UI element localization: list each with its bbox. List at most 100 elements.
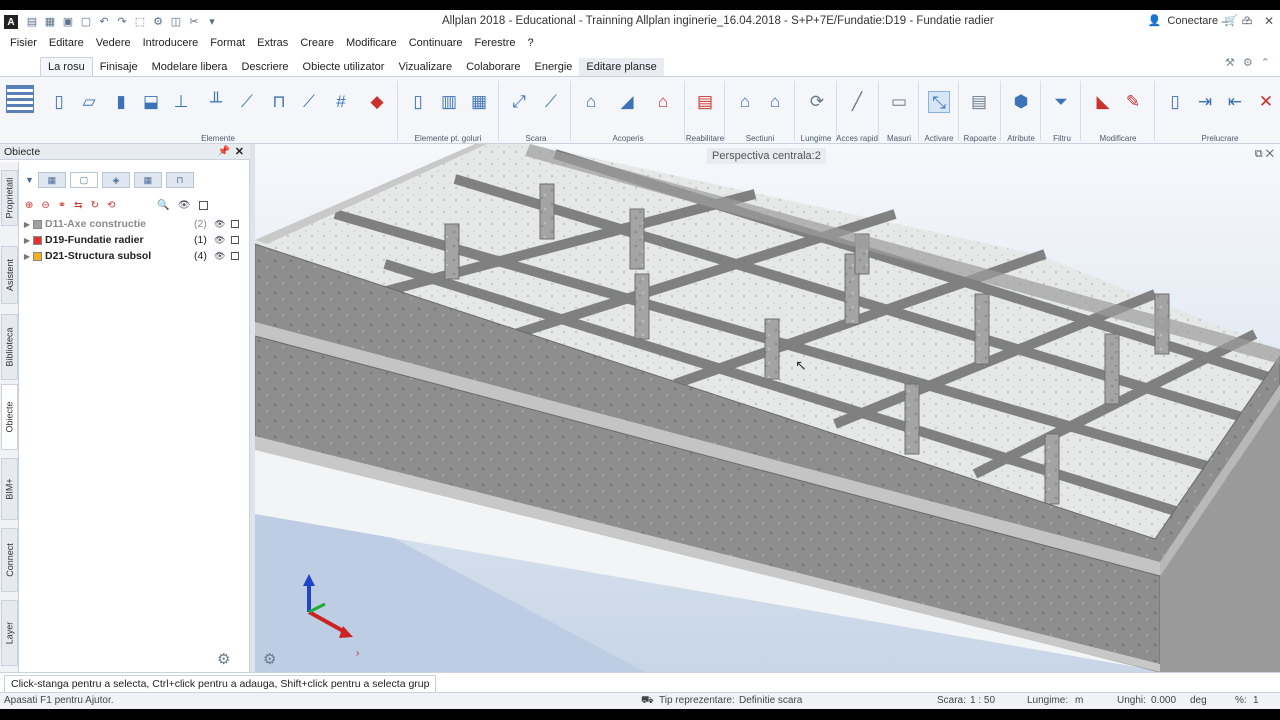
menu-creare[interactable]: Creare xyxy=(294,37,340,49)
side-tab-bim[interactable]: BIM+ xyxy=(1,458,18,520)
visibility-eye-icon[interactable]: 👁 xyxy=(214,235,225,246)
panel-close-icon[interactable]: ✕ xyxy=(235,144,244,160)
settings-icon[interactable]: ⚙ xyxy=(150,14,166,30)
length-icon[interactable]: ⟳ xyxy=(806,91,828,113)
line-element-icon[interactable]: ⟋ xyxy=(236,91,258,113)
connect-link[interactable]: Conectare xyxy=(1167,15,1218,27)
menu-fisier[interactable]: Fisier xyxy=(4,37,43,49)
menu-ferestre[interactable]: Ferestre xyxy=(469,37,522,49)
3d-viewport[interactable]: › ⚙ ↖ Perspectiva centrala:2 ⧉ ✕ xyxy=(255,144,1280,672)
tab-editare-planse[interactable]: Editare planse xyxy=(579,58,664,76)
quick-access-line-icon[interactable]: ╱ xyxy=(846,91,868,113)
roof-icon[interactable]: ⌂ xyxy=(580,91,602,113)
row-checkbox[interactable] xyxy=(231,236,239,244)
trim-icon[interactable]: ✎ xyxy=(1122,91,1144,113)
tab-energie[interactable]: Energie xyxy=(527,58,579,76)
slab-icon[interactable]: ▱ xyxy=(78,91,100,113)
redo-icon[interactable]: ↷ xyxy=(114,14,130,30)
menu-format[interactable]: Format xyxy=(204,37,251,49)
eraser-icon[interactable]: ◣ xyxy=(1092,91,1114,113)
tab-modelare-libera[interactable]: Modelare libera xyxy=(145,58,235,76)
copy-icon[interactable]: ▯ xyxy=(1164,91,1186,113)
link-icon[interactable]: ⚭ xyxy=(58,200,66,211)
beam-icon[interactable]: ⬓ xyxy=(140,91,162,113)
ribbon-gear-icon[interactable]: ⚙ xyxy=(1243,56,1253,69)
viewport-title[interactable]: Perspectiva centrala:2 xyxy=(707,148,826,164)
attribute-icon[interactable]: ⬢ xyxy=(1010,91,1032,113)
angle-unit[interactable]: deg xyxy=(1190,695,1207,706)
grid-icon[interactable]: # xyxy=(330,91,352,113)
layout-icon[interactable]: ◫ xyxy=(168,14,184,30)
menu-help[interactable]: ? xyxy=(521,37,539,49)
visibility-eye-icon[interactable]: 👁 xyxy=(214,219,225,230)
side-tab-biblioteca[interactable]: Biblioteca xyxy=(1,314,18,380)
stretch-icon[interactable]: ⇤ xyxy=(1224,91,1246,113)
sync-icon[interactable]: ⟲ xyxy=(107,200,115,211)
visibility-eye-icon[interactable]: 👁 xyxy=(214,251,225,262)
palette-toggle-icon[interactable] xyxy=(6,85,34,113)
column-icon[interactable]: ▮ xyxy=(110,91,132,113)
minimize-button[interactable]: – xyxy=(1214,10,1236,34)
menu-introducere[interactable]: Introducere xyxy=(137,37,205,49)
save-icon[interactable]: ▣ xyxy=(60,14,76,30)
menu-continuare[interactable]: Continuare xyxy=(403,37,469,49)
close-button[interactable]: ✕ xyxy=(1258,10,1280,34)
menu-editare[interactable]: Editare xyxy=(43,37,90,49)
tab-obiecte-utilizator[interactable]: Obiecte utilizator xyxy=(296,58,392,76)
drawing-view-button[interactable]: ▢ xyxy=(69,172,98,188)
window-opening-icon[interactable]: ▯ xyxy=(407,91,429,113)
tree-row-d19[interactable]: ▶ D19-Fundatie radier (1) 👁 xyxy=(19,232,250,248)
delete-icon[interactable]: ✕ xyxy=(1255,91,1277,113)
dormer-icon[interactable]: ⌂ xyxy=(652,91,674,113)
select-icon[interactable]: ⬚ xyxy=(132,14,148,30)
expand-arrow-icon[interactable]: ▶ xyxy=(21,252,33,261)
tab-colaborare[interactable]: Colaborare xyxy=(459,58,527,76)
tab-descriere[interactable]: Descriere xyxy=(234,58,295,76)
table-view-button[interactable]: ▦ xyxy=(133,172,162,188)
measure-icon[interactable]: ▭ xyxy=(888,91,910,113)
structure-view-button[interactable]: ▦ xyxy=(37,172,66,188)
renovation-icon[interactable]: ▤ xyxy=(694,91,716,113)
tab-la-rosu[interactable]: La rosu xyxy=(40,57,93,76)
activate-icon[interactable]: ⤡ xyxy=(928,91,950,113)
ribbon-minimize-icon[interactable]: ⌃ xyxy=(1261,56,1270,69)
side-tab-connect[interactable]: Connect xyxy=(1,528,18,592)
angle-value[interactable]: 0.000 xyxy=(1151,695,1176,706)
stair-icon[interactable]: ⤢ xyxy=(508,91,530,113)
door-opening-icon[interactable]: ▥ xyxy=(438,91,460,113)
tools-icon[interactable]: ✂ xyxy=(186,14,202,30)
scale-value[interactable]: 1 : 50 xyxy=(970,695,995,706)
row-checkbox[interactable] xyxy=(231,220,239,228)
side-tab-proprietati[interactable]: Proprietati xyxy=(1,170,18,226)
tab-vizualizare[interactable]: Vizualizare xyxy=(391,58,459,76)
new-file-icon[interactable]: ▤ xyxy=(24,14,40,30)
repr-value[interactable]: Definitie scara xyxy=(739,695,802,706)
collapse-chevron-icon[interactable]: ▼ xyxy=(25,175,34,185)
move-icon[interactable]: ⇥ xyxy=(1194,91,1216,113)
maximize-button[interactable]: ▭ xyxy=(1236,10,1258,34)
refresh-icon[interactable]: ↻ xyxy=(91,200,99,211)
viewport-close-icon[interactable]: ✕ xyxy=(1266,148,1274,160)
viewport-restore-icon[interactable]: ⧉ xyxy=(1255,148,1263,160)
menu-extras[interactable]: Extras xyxy=(251,37,294,49)
transfer-icon[interactable]: ⇆ xyxy=(74,200,82,211)
zoom-icon[interactable]: 🔍 xyxy=(157,200,169,211)
save-copy-icon[interactable]: ▢ xyxy=(78,14,94,30)
elevation-icon[interactable]: ⌂ xyxy=(764,91,786,113)
tree-row-d21[interactable]: ▶ D21-Structura subsol (4) 👁 xyxy=(19,248,250,264)
menu-modificare[interactable]: Modificare xyxy=(340,37,403,49)
filter-icon[interactable]: ⏷ xyxy=(1050,91,1072,113)
undo-icon[interactable]: ↶ xyxy=(96,14,112,30)
report-icon[interactable]: ▤ xyxy=(968,91,990,113)
railing-icon[interactable]: ⟋ xyxy=(540,91,562,113)
expand-all-icon[interactable]: ⊕ xyxy=(25,200,33,211)
lintel-icon[interactable]: ⊓ xyxy=(268,91,290,113)
select-all-checkbox[interactable] xyxy=(198,200,208,210)
foundation-icon[interactable]: ⊥ xyxy=(170,91,192,113)
layer-view-button[interactable]: ◈ xyxy=(101,172,130,188)
side-tab-layer[interactable]: Layer xyxy=(1,600,18,666)
tree-row-d11[interactable]: ▶ D11-Axe constructie (2) 👁 xyxy=(19,216,250,232)
visibility-header-icon[interactable]: 👁 xyxy=(178,200,191,211)
ribbon-settings-icon[interactable]: ⚒ xyxy=(1225,56,1235,69)
section-icon[interactable]: ⌂ xyxy=(734,91,756,113)
